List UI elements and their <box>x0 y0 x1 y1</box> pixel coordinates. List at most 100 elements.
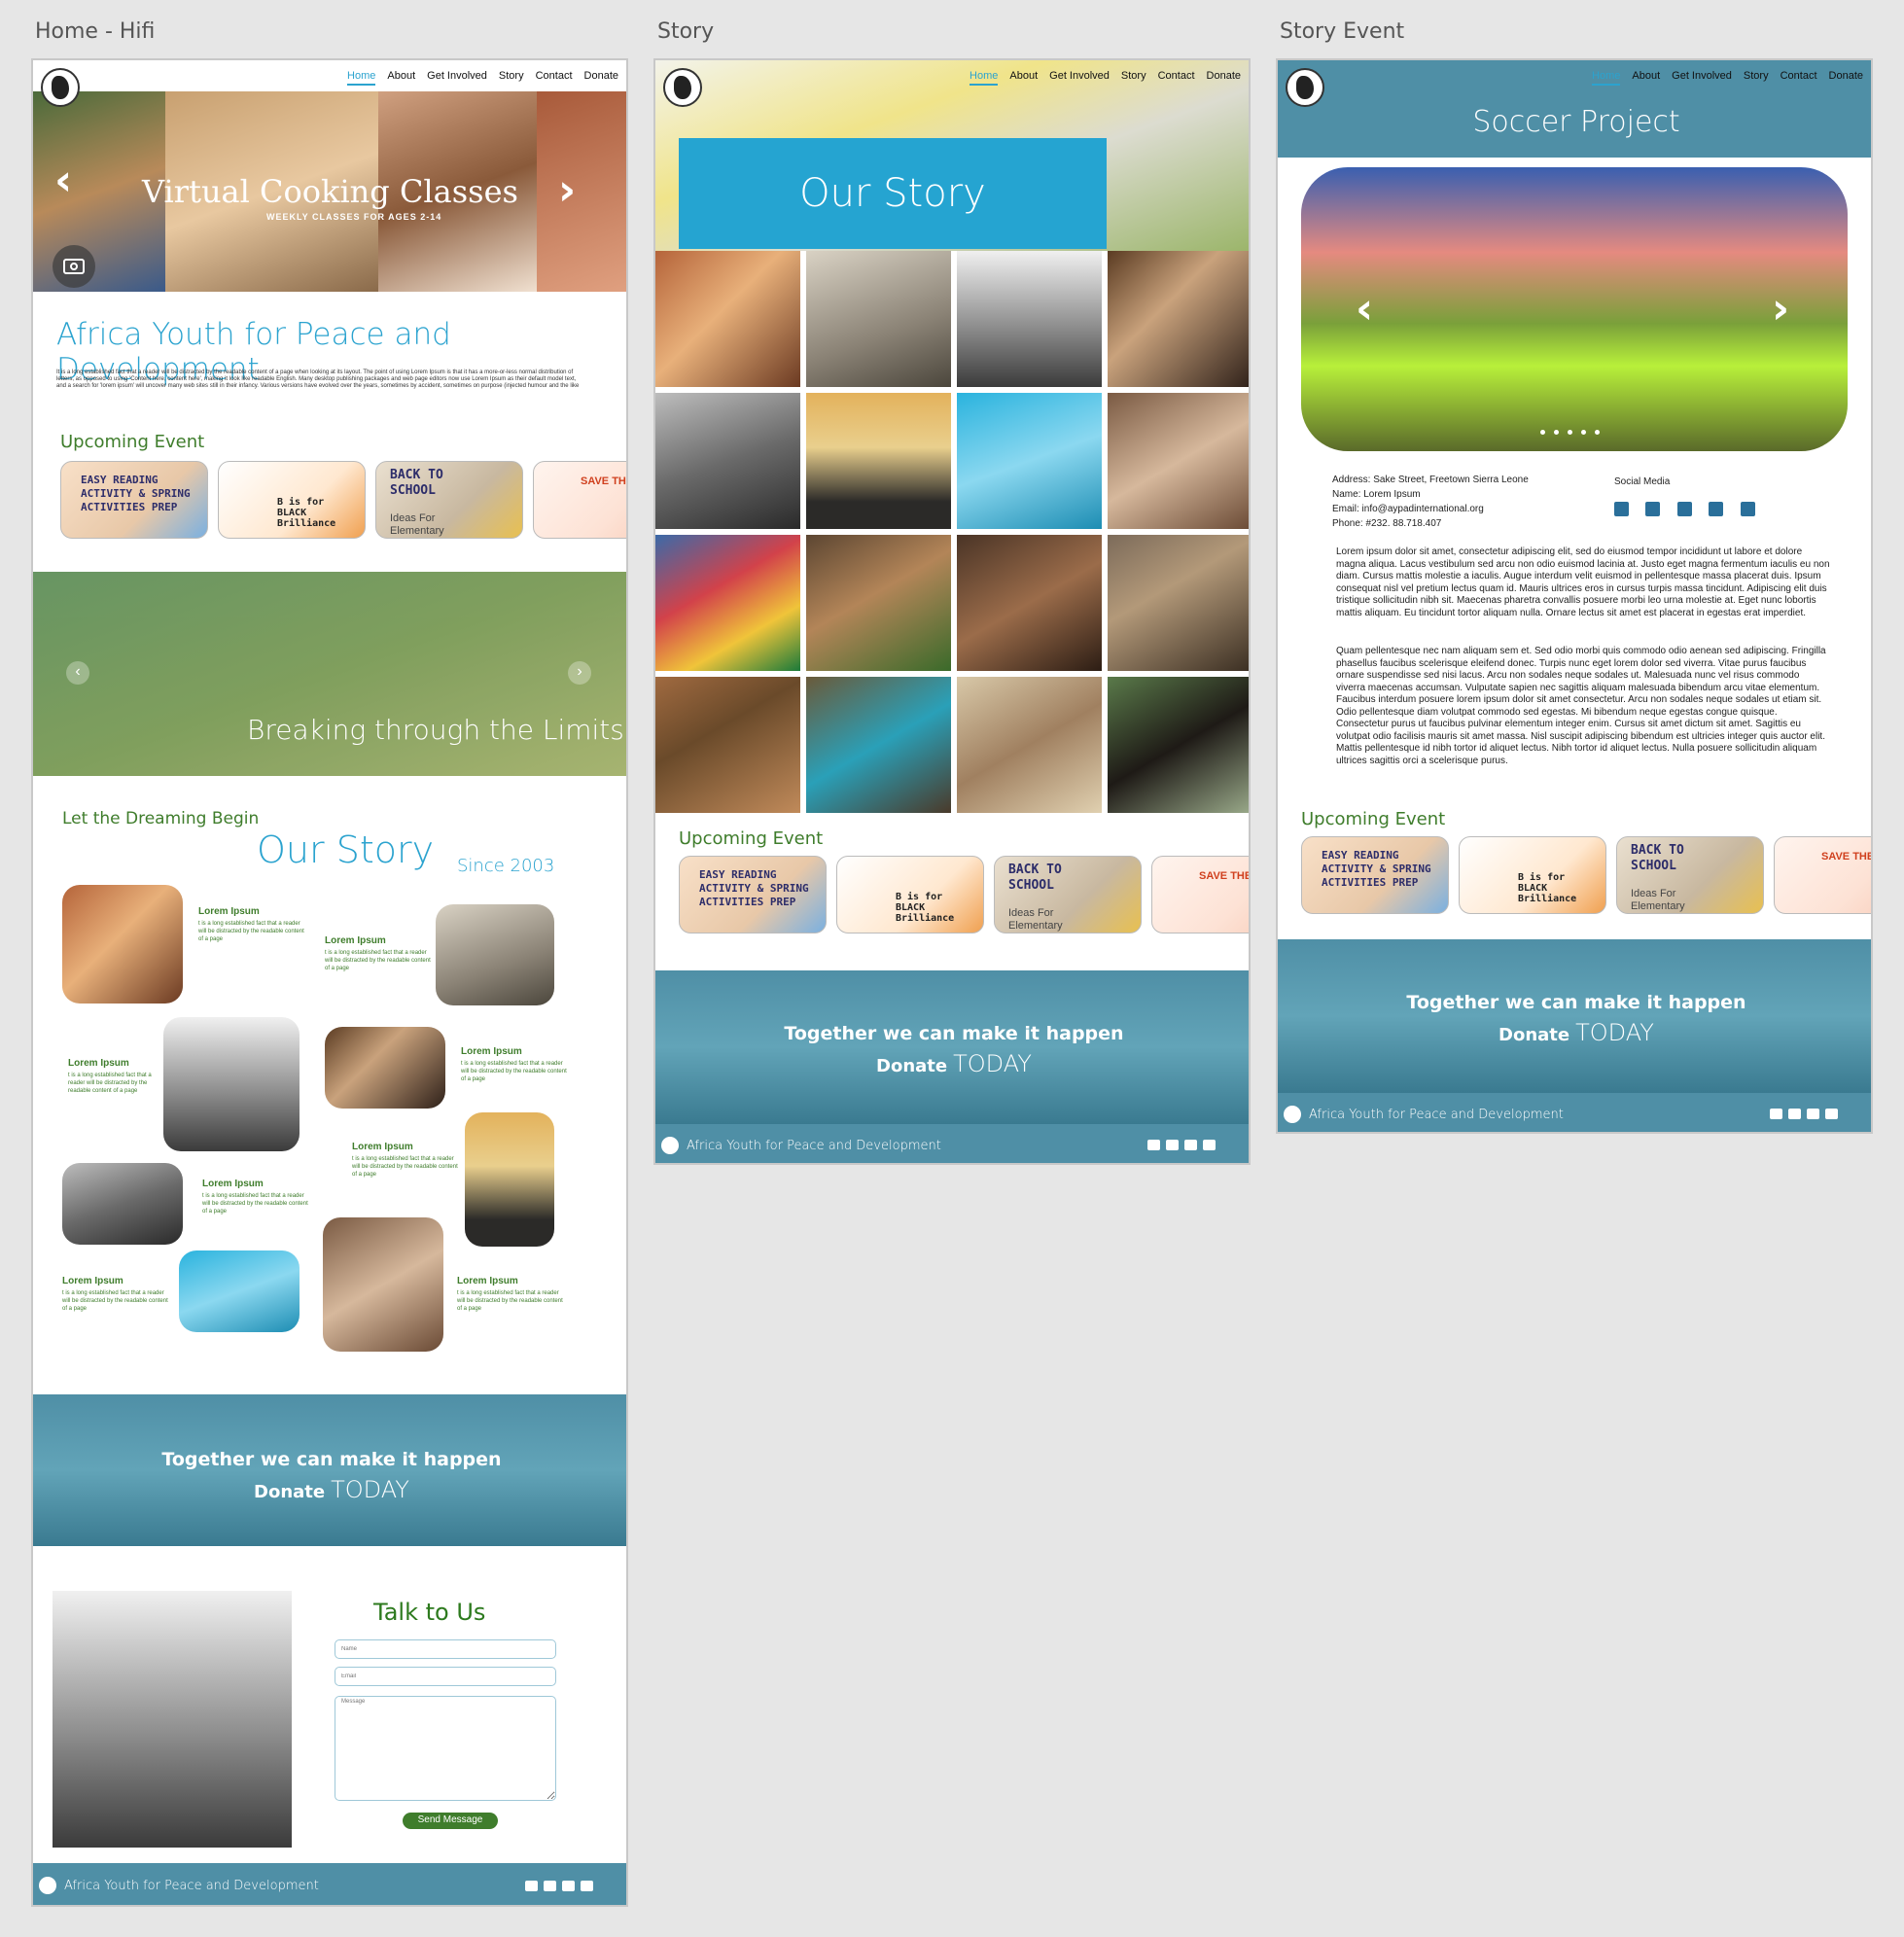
twitter-icon[interactable] <box>1676 502 1692 516</box>
grid-photo[interactable] <box>655 535 800 671</box>
story-item-text: t is a long established fact that a read… <box>457 1290 563 1312</box>
facebook-icon[interactable] <box>1740 502 1755 516</box>
event-card[interactable]: BACK TO SCHOOL Ideas For Elementary <box>994 856 1142 933</box>
mail-icon[interactable] <box>1770 1109 1782 1119</box>
grid-photo[interactable] <box>957 251 1102 387</box>
story-photo <box>436 904 554 1005</box>
grid-photo[interactable] <box>806 393 951 529</box>
event-card[interactable]: EASY READING ACTIVITY & SPRING ACTIVITIES … <box>60 461 208 539</box>
nav-contact[interactable]: Contact <box>1781 70 1817 86</box>
donate-cta[interactable]: Donate TODAY <box>655 1050 1249 1077</box>
youtube-icon[interactable] <box>581 1881 593 1891</box>
story-item-text: t is a long established fact that a read… <box>325 950 431 971</box>
grid-photo[interactable] <box>655 251 800 387</box>
banner-carousel[interactable]: Breaking through the Limits ‹ › <box>33 572 626 776</box>
send-message-button[interactable]: Send Message <box>403 1813 498 1829</box>
footer-logo[interactable] <box>39 1877 56 1894</box>
event-card[interactable]: EASY READING ACTIVITY & SPRING ACTIVITIES … <box>679 856 827 933</box>
nav-donate[interactable]: Donate <box>1829 70 1863 86</box>
donate-band[interactable]: Together we can make it happen Donate TOD… <box>1278 939 1871 1093</box>
grid-photo[interactable] <box>806 677 951 813</box>
grid-photo[interactable] <box>957 393 1102 529</box>
chevron-left-icon[interactable]: ‹ <box>1356 284 1373 334</box>
event-card[interactable]: BACK TO SCHOOL Ideas For Elementary <box>375 461 523 539</box>
nav-get-involved[interactable]: Get Involved <box>427 70 487 86</box>
linkedin-icon[interactable] <box>1645 502 1661 516</box>
nav-about[interactable]: About <box>1632 70 1660 86</box>
frame-label-story: Story <box>657 19 715 44</box>
chevron-right-icon[interactable]: › <box>558 165 576 215</box>
message-field[interactable] <box>335 1696 556 1801</box>
event-card[interactable]: B is for BLACK Brilliance <box>218 461 366 539</box>
hero-carousel[interactable]: Virtual Cooking Classes WEEKLY CLASSES F… <box>33 91 626 292</box>
nav-story[interactable]: Story <box>1121 70 1146 86</box>
linkedin-icon[interactable] <box>562 1881 575 1891</box>
chevron-right-icon[interactable]: › <box>568 661 591 685</box>
phone-icon[interactable] <box>544 1881 556 1891</box>
nav-story[interactable]: Story <box>499 70 524 86</box>
name-field[interactable] <box>335 1639 556 1659</box>
event-email[interactable]: Email: info@aypadinternational.org <box>1332 502 1529 516</box>
donate-cta[interactable]: Donate TODAY <box>1278 1019 1871 1046</box>
mail-icon[interactable] <box>1147 1140 1160 1150</box>
event-card-text: B is for BLACK Brilliance <box>896 892 955 924</box>
linkedin-icon[interactable] <box>1184 1140 1197 1150</box>
logo[interactable] <box>41 68 80 107</box>
phone-icon[interactable] <box>1166 1140 1179 1150</box>
event-card[interactable]: SAVE THE <box>1151 856 1249 933</box>
grid-photo[interactable] <box>806 251 951 387</box>
camera-icon[interactable] <box>53 245 95 288</box>
nav-about[interactable]: About <box>1009 70 1038 86</box>
logo[interactable] <box>663 68 702 107</box>
footer-logo[interactable] <box>1284 1106 1301 1123</box>
donate-band[interactable]: Together we can make it happen Donate TOD… <box>655 970 1249 1124</box>
nav-story[interactable]: Story <box>1744 70 1769 86</box>
nav-get-involved[interactable]: Get Involved <box>1049 70 1110 86</box>
event-card[interactable]: SAVE THE <box>533 461 626 539</box>
email-field[interactable] <box>335 1667 556 1686</box>
frame-label-home: Home - Hifi <box>35 19 156 44</box>
nav-donate[interactable]: Donate <box>584 70 618 86</box>
carousel-dots[interactable] <box>1540 430 1600 435</box>
grid-photo[interactable] <box>1108 677 1249 813</box>
event-card[interactable]: B is for BLACK Brilliance <box>1459 836 1606 914</box>
youtube-icon[interactable] <box>1614 502 1629 516</box>
chevron-right-icon[interactable]: › <box>1772 284 1789 334</box>
grid-photo[interactable] <box>957 535 1102 671</box>
grid-photo[interactable] <box>655 393 800 529</box>
grid-photo[interactable] <box>1108 251 1249 387</box>
donate-cta[interactable]: Donate TODAY <box>33 1476 626 1503</box>
event-card[interactable]: SAVE THE <box>1774 836 1871 914</box>
instagram-icon[interactable] <box>1709 502 1724 516</box>
phone-icon[interactable] <box>1788 1109 1801 1119</box>
event-phone[interactable]: Phone: #232. 88.718.407 <box>1332 516 1529 531</box>
event-card[interactable]: BACK TO SCHOOL Ideas For Elementary <box>1616 836 1764 914</box>
footer-logo[interactable] <box>661 1137 679 1154</box>
mail-icon[interactable] <box>525 1881 538 1891</box>
youtube-icon[interactable] <box>1825 1109 1838 1119</box>
nav-home[interactable]: Home <box>970 70 999 86</box>
chevron-left-icon[interactable]: ‹ <box>54 156 72 205</box>
story-item-text: t is a long established fact that a read… <box>68 1073 152 1094</box>
event-carousel[interactable]: ‹ › <box>1301 167 1848 451</box>
grid-photo[interactable] <box>1108 393 1249 529</box>
linkedin-icon[interactable] <box>1807 1109 1819 1119</box>
nav-home[interactable]: Home <box>347 70 376 86</box>
nav-get-involved[interactable]: Get Involved <box>1672 70 1732 86</box>
nav-home[interactable]: Home <box>1592 70 1621 86</box>
story-photo <box>323 1217 443 1352</box>
grid-photo[interactable] <box>957 677 1102 813</box>
nav-donate[interactable]: Donate <box>1207 70 1241 86</box>
event-card[interactable]: B is for BLACK Brilliance <box>836 856 984 933</box>
nav-about[interactable]: About <box>387 70 415 86</box>
nav-contact[interactable]: Contact <box>1158 70 1195 86</box>
grid-photo[interactable] <box>655 677 800 813</box>
grid-photo[interactable] <box>1108 535 1249 671</box>
logo[interactable] <box>1286 68 1324 107</box>
donate-band[interactable]: Together we can make it happen Donate TOD… <box>33 1394 626 1546</box>
nav-contact[interactable]: Contact <box>536 70 573 86</box>
chevron-left-icon[interactable]: ‹ <box>66 661 89 685</box>
youtube-icon[interactable] <box>1203 1140 1216 1150</box>
grid-photo[interactable] <box>806 535 951 671</box>
event-card[interactable]: EASY READING ACTIVITY & SPRING ACTIVITIES … <box>1301 836 1449 914</box>
